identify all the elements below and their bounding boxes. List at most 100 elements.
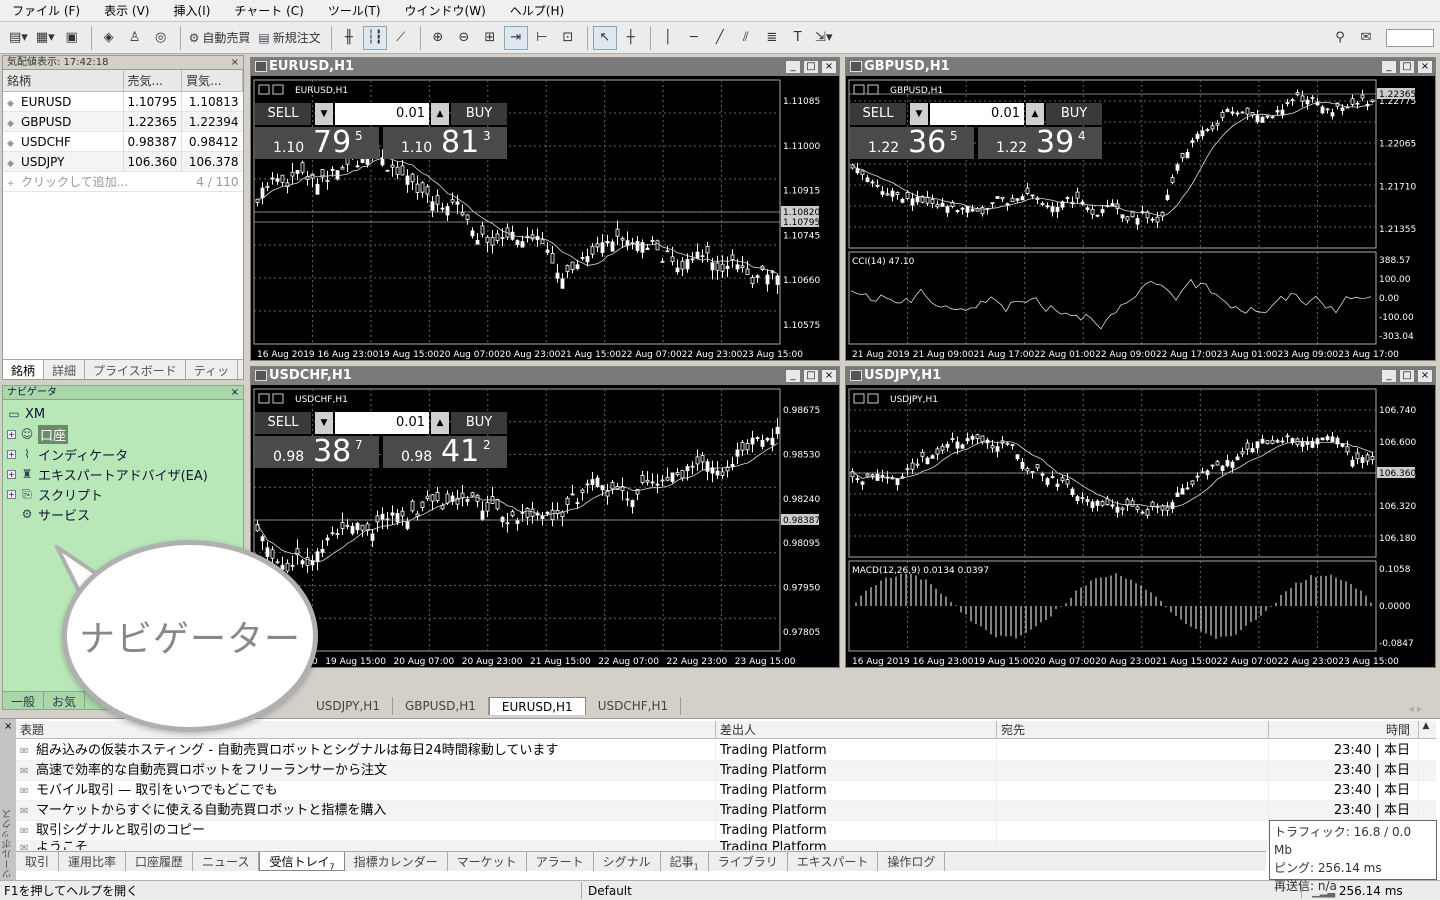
menu-view[interactable]: 表示 (V) (104, 2, 149, 19)
tab-details[interactable]: 詳細 (44, 360, 86, 379)
fibonacci-icon[interactable]: ≣ (760, 26, 784, 50)
chart-window-usdchf[interactable]: USDCHF,H1 _ □ × 0.98675 0.98530 0.98240 0.980… (250, 366, 840, 668)
menu-file[interactable]: ファイル (F) (12, 2, 80, 19)
menu-insert[interactable]: 挿入(I) (173, 2, 210, 19)
header-subject[interactable]: 表題 (16, 721, 716, 738)
tab-gbpusd[interactable]: GBPUSD,H1 (393, 697, 489, 715)
table-row[interactable]: ◆ USDCHF 0.98387 0.98412 (3, 131, 243, 152)
lot-size-input[interactable]: 0.01 (930, 103, 1024, 125)
header-from[interactable]: 差出人 (716, 721, 997, 738)
candlestick-icon[interactable]: ┆┇ (362, 25, 387, 50)
table-row[interactable]: ✉ マーケットからすぐに使える自動売買ロボットと指標を購入 Trading Plat… (16, 801, 1436, 821)
nav-item-scripts[interactable]: + ⎘ スクリプト (7, 484, 239, 504)
tab-inbox[interactable]: 受信トレイ7 (259, 852, 345, 871)
tab-usdchf[interactable]: USDCHF,H1 (586, 697, 682, 715)
close-icon[interactable]: × (821, 369, 837, 383)
lot-decrease-icon[interactable]: ▼ (315, 103, 333, 125)
lot-increase-icon[interactable]: ▲ (1026, 103, 1044, 125)
lot-increase-icon[interactable]: ▲ (431, 103, 449, 125)
tab-favorites[interactable]: お気 (44, 692, 86, 709)
lot-size-input[interactable]: 0.01 (335, 103, 429, 125)
maximize-icon[interactable]: □ (1399, 60, 1415, 74)
lot-size-input[interactable]: 0.01 (335, 412, 429, 434)
header-ask[interactable]: 買気... (181, 70, 243, 92)
buy-button[interactable]: BUY (1046, 103, 1102, 125)
lot-decrease-icon[interactable]: ▼ (315, 412, 333, 434)
add-symbol-row[interactable]: + クリックして追加... 4 / 110 (3, 171, 243, 192)
search-input[interactable] (1386, 28, 1434, 47)
crosshair-icon[interactable]: ┼ (619, 26, 643, 50)
tab-symbols[interactable]: 銘柄 (3, 360, 45, 379)
new-chart-icon[interactable]: ▤▾ (6, 26, 31, 50)
market-watch-icon[interactable]: ◈ (97, 26, 121, 50)
close-icon[interactable]: × (1417, 369, 1433, 383)
navigator-icon[interactable]: ♙ (123, 26, 147, 50)
buy-button[interactable]: BUY (451, 103, 507, 125)
expand-icon[interactable]: + (7, 449, 16, 459)
close-icon[interactable]: × (4, 721, 12, 732)
minimize-icon[interactable]: _ (785, 60, 801, 74)
tab-market[interactable]: マーケット (448, 852, 527, 871)
nav-root[interactable]: ▭ XM (7, 404, 239, 424)
expand-icon[interactable]: + (7, 489, 16, 499)
sell-price[interactable]: 1.10 79 5 (255, 125, 379, 160)
menu-window[interactable]: ウインドウ(W) (405, 2, 486, 19)
expand-icon[interactable]: + (7, 429, 16, 439)
table-row[interactable]: ◆ USDJPY 106.360 106.378 (3, 151, 243, 172)
templates-icon[interactable]: ▣ (60, 26, 84, 50)
scroll-up-icon[interactable]: ▲ (1419, 721, 1433, 738)
lot-increase-icon[interactable]: ▲ (431, 412, 449, 434)
zoom-out-icon[interactable]: ⊖ (452, 26, 476, 50)
tab-common[interactable]: 一般 (3, 692, 45, 709)
tab-exposure[interactable]: 運用比率 (59, 852, 127, 871)
vertical-line-icon[interactable]: │ (656, 26, 680, 50)
cursor-icon[interactable]: ↖ (592, 25, 617, 50)
tab-trade[interactable]: 取引 (16, 852, 60, 871)
close-icon[interactable]: × (1417, 60, 1433, 74)
auto-scroll-icon[interactable]: ⇥ (503, 25, 528, 50)
tab-signals[interactable]: シグナル (594, 852, 661, 871)
arrows-icon[interactable]: ⇲▾ (812, 26, 836, 50)
buy-button[interactable]: BUY (451, 412, 507, 434)
sell-button[interactable]: SELL (255, 103, 311, 125)
tile-windows-icon[interactable]: ⊞ (478, 26, 502, 50)
buy-price[interactable]: 0.98 41 2 (383, 434, 507, 469)
status-profile[interactable]: Default (582, 883, 1302, 898)
close-icon[interactable]: × (231, 386, 239, 399)
menu-tools[interactable]: ツール(T) (328, 2, 381, 19)
tab-journal[interactable]: 操作ログ (878, 852, 946, 871)
minimize-icon[interactable]: _ (785, 369, 801, 383)
header-symbol[interactable]: 銘柄 (3, 70, 124, 92)
table-row[interactable]: ✉ ようこそ Trading Platform (16, 841, 1436, 851)
profiles-icon[interactable]: ▦▾ (33, 26, 58, 50)
tab-library[interactable]: ライブラリ (709, 852, 788, 871)
tab-priceboard[interactable]: プライスボード (85, 360, 186, 379)
auto-trading-button[interactable]: ⚙ 自動売買 (186, 26, 254, 50)
menu-help[interactable]: ヘルプ(H) (510, 2, 564, 19)
minimize-icon[interactable]: _ (1381, 60, 1397, 74)
tab-history[interactable]: 口座履歴 (126, 852, 194, 871)
line-chart-icon[interactable]: ⟋ (389, 26, 413, 50)
chart-window-gbpusd[interactable]: GBPUSD,H1 _ □ × 1.22775 1.22065 1.21710 1.213… (845, 57, 1436, 361)
signals-icon[interactable]: ◎ (149, 26, 173, 50)
chat-icon[interactable]: ✉ (1354, 26, 1378, 50)
header-to[interactable]: 宛先 (997, 721, 1269, 738)
header-bid[interactable]: 売気... (123, 70, 183, 92)
table-row[interactable]: ✉ モバイル取引 — 取引をいつでもどこでも Trading Platform 23:… (16, 781, 1436, 801)
indicators-icon[interactable]: ⊡ (556, 26, 580, 50)
nav-item-accounts[interactable]: + ☺ 口座 (7, 424, 239, 444)
minimize-icon[interactable]: _ (1381, 369, 1397, 383)
zoom-in-icon[interactable]: ⊕ (426, 26, 450, 50)
bar-chart-icon[interactable]: ╫ (337, 26, 361, 50)
sell-price[interactable]: 0.98 38 7 (255, 434, 379, 469)
maximize-icon[interactable]: □ (1399, 369, 1415, 383)
close-icon[interactable]: × (821, 60, 837, 74)
search-icon[interactable]: ⚲ (1328, 26, 1352, 50)
chart-window-usdjpy[interactable]: USDJPY,H1 _□× 106.740106.600106.460106.3… (845, 366, 1436, 668)
maximize-icon[interactable]: □ (803, 60, 819, 74)
channel-icon[interactable]: ⫽ (734, 26, 758, 50)
tab-articles[interactable]: 記事1 (661, 852, 709, 871)
nav-item-indicators[interactable]: + ⌇ インディケータ (7, 444, 239, 464)
tab-ticks[interactable]: ティッ (186, 360, 238, 379)
chart-shift-icon[interactable]: ⊢ (530, 26, 554, 50)
